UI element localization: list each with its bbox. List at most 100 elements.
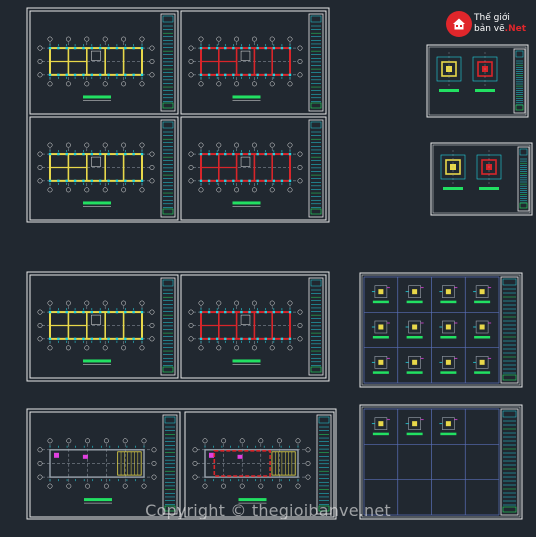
drawing-title-bar [83,201,111,205]
column-marker [264,152,267,156]
column-marker [199,310,203,314]
column-marker [232,46,235,50]
column-title-bar [406,300,423,304]
column-marker [215,337,219,341]
column-marker [248,152,251,156]
cad-drawing-canvas[interactable] [0,0,536,537]
column-title-bar [372,371,389,374]
grid-bubble [251,300,257,306]
grid-bubble [85,438,91,444]
column-marker [215,310,219,314]
column-marker [215,46,219,50]
column-marker [82,179,85,183]
column-title-bar [406,432,423,436]
column-marker [124,46,127,50]
drawing-title-bar [232,359,261,363]
detail-sheet-1 [426,44,529,118]
column-marker [115,179,119,183]
column-core [412,289,418,295]
grid-bubble [287,345,293,351]
grid-bubble [198,36,204,42]
column-marker [73,179,77,183]
grid-bubble [258,438,264,444]
column-marker [57,310,60,314]
column-marker [90,152,94,156]
grid-bubble [102,345,108,351]
grid-bubble [121,187,127,193]
column-marker [288,152,292,156]
column-title-bar [372,336,389,339]
title-block [513,48,526,114]
grid-bubble [102,36,108,42]
sheet-border [29,274,179,379]
column-marker [82,310,85,314]
plan-sheet-1 [29,10,179,115]
grid-bubble [47,345,53,351]
title-block-stamp [515,104,524,111]
title-block [308,13,324,112]
column-marker [90,310,94,314]
grid-bubble [66,438,72,444]
column-marker [272,73,276,77]
column-marker [124,179,127,183]
column-core [445,324,451,330]
grid-bubble [269,300,275,306]
grid-bubble [139,300,145,306]
grid-bubble [37,474,43,480]
grid-bubble [269,187,275,193]
grid-bubble [251,81,257,87]
grid-bubble [269,345,275,351]
grid-bubble [139,187,145,193]
grid-bubble [188,45,194,51]
grid-bubble [192,447,198,453]
sheet-border [29,116,179,221]
sheet-border [180,274,327,379]
grid-bubble [65,345,71,351]
column-marker [65,179,68,183]
column-marker [272,310,276,314]
grid-bubble [287,36,293,42]
grid-bubble [121,81,127,87]
column-marker [232,152,235,156]
grid-bubble [188,178,194,184]
grid-bubble [141,438,147,444]
column-marker [98,46,102,50]
grid-bubble [295,438,301,444]
grid-bubble [121,345,127,351]
furniture-symbol [209,452,214,458]
column-marker [65,73,68,77]
grid-bubble [47,300,53,306]
furniture-symbol [237,454,243,459]
grid-bubble [198,81,204,87]
grid-bubble [37,309,43,315]
column-marker [140,310,144,314]
sheet-border [359,272,523,388]
column-marker [256,73,259,77]
room-label-box [240,314,251,325]
grid-bubble [149,72,155,78]
column-sheet-1 [359,272,523,388]
drawing-title-bar [232,201,261,205]
column-core [445,421,451,427]
grid-bubble [305,447,311,453]
sheet-border [180,10,327,115]
grid-bubble [234,300,240,306]
column-marker [207,46,211,50]
title-block [308,119,324,218]
title-block [308,277,324,376]
column-marker [199,73,203,77]
column-marker [207,152,211,156]
grid-bubble [65,81,71,87]
grid-bubble [305,474,311,480]
copyright-watermark: Copyright © thegioibanve.net [145,501,391,520]
column-marker [264,179,267,183]
column-marker [73,73,77,77]
grid-bubble [188,323,194,328]
column-marker [48,310,52,314]
footing-title-bar [475,89,495,92]
grid-bubble [65,187,71,193]
column-marker [140,46,144,50]
grid-bubble [297,323,303,328]
grid-bubble [103,438,109,444]
grid-bubble [37,447,43,453]
